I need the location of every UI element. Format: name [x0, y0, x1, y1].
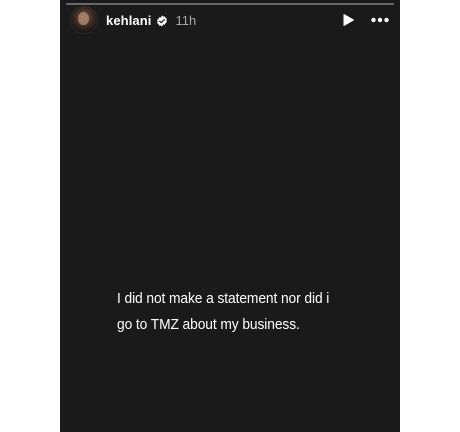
more-options-button[interactable] [370, 12, 390, 28]
story-progress-bar [66, 3, 394, 5]
story-text: I did not make a statement nor did i go … [117, 286, 356, 338]
avatar[interactable] [70, 6, 98, 34]
username[interactable]: kehlani [106, 13, 152, 28]
story-text-line: go to TMZ about my business. [117, 316, 300, 333]
story-header: kehlani 11h [70, 6, 390, 34]
play-button[interactable] [340, 12, 356, 28]
post-timestamp: 11h [175, 12, 197, 28]
story-text-line: I did not make a statement nor did i [117, 290, 330, 307]
verified-badge-icon [156, 14, 168, 27]
more-options-icon [371, 17, 389, 23]
play-icon [343, 14, 354, 26]
story-viewer[interactable]: kehlani 11h I did not make a statement n… [60, 0, 400, 432]
